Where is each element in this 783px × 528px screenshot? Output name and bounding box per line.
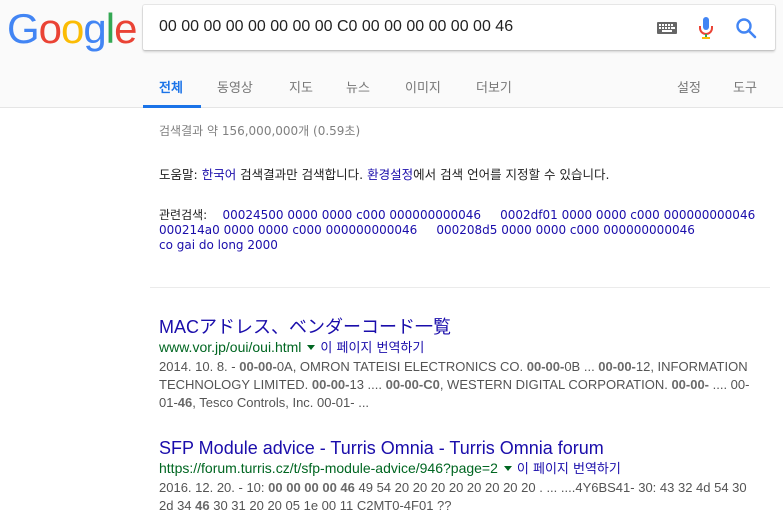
tab-images[interactable]: 이미지 bbox=[405, 77, 441, 96]
search-input[interactable]: 00 00 00 00 00 00 00 00 C0 00 00 00 00 0… bbox=[159, 18, 513, 36]
result-title-link[interactable]: MACアドレス、ベンダーコード一覧 bbox=[159, 316, 759, 338]
result-snippet: 2014. 10. 8. - 00-00-0A, OMRON TATEISI E… bbox=[159, 358, 759, 412]
help-suffix: 에서 검색 언어를 지정할 수 있습니다. bbox=[413, 167, 610, 182]
snippet-text: 0B ... bbox=[564, 359, 599, 374]
help-mid: 검색결과만 검색합니다. bbox=[236, 167, 368, 182]
snippet-text: 30 31 20 20 05 1e 00 11 C2MT0-4F01 ?? bbox=[209, 498, 452, 513]
search-result: MACアドレス、ベンダーコード一覧 www.vor.jp/oui/oui.htm… bbox=[159, 316, 759, 412]
dropdown-arrow-icon[interactable] bbox=[307, 344, 316, 350]
logo-letter: g bbox=[83, 5, 106, 52]
google-logo[interactable]: Google bbox=[7, 5, 137, 52]
result-url: https://forum.turris.cz/t/sfp-module-adv… bbox=[159, 460, 498, 476]
keyboard-icon[interactable] bbox=[657, 22, 677, 34]
snippet-text: , WESTERN DIGITAL CORPORATION. bbox=[439, 377, 672, 392]
logo-letter: G bbox=[7, 5, 40, 52]
translate-link[interactable]: 이 페이지 번역하기 bbox=[320, 341, 424, 356]
snippet-highlight: 00 00 00 00 46 bbox=[268, 480, 355, 495]
snippet-text: 2014. 10. 8. - bbox=[159, 359, 240, 374]
microphone-icon[interactable] bbox=[697, 16, 715, 40]
result-url-line: www.vor.jp/oui/oui.html 이 페이지 번역하기 bbox=[159, 338, 759, 358]
snippet-highlight: 00-00- bbox=[239, 359, 277, 374]
snippet-highlight: 46 bbox=[195, 498, 210, 513]
snippet-text: 13 .... bbox=[349, 377, 386, 392]
snippet-text: 2016. 12. 20. - 10: bbox=[159, 480, 269, 495]
snippet-highlight: 00-00- bbox=[526, 359, 565, 374]
active-tab-indicator bbox=[143, 105, 201, 108]
tab-tools[interactable]: 도구 bbox=[733, 77, 757, 96]
divider bbox=[150, 287, 770, 288]
snippet-highlight: 00-00- bbox=[671, 377, 710, 392]
result-title-link[interactable]: SFP Module advice - Turris Omnia - Turri… bbox=[159, 437, 759, 459]
related-searches: 관련검색: 00024500 0000 0000 c000 0000000000… bbox=[159, 208, 755, 253]
translate-link[interactable]: 이 페이지 번역하기 bbox=[517, 462, 621, 477]
result-snippet: 2016. 12. 20. - 10: 00 00 00 00 46 49 54… bbox=[159, 479, 759, 515]
logo-letter: o bbox=[61, 5, 84, 52]
related-search-link[interactable]: 000208d5 0000 0000 c000 000000000046 bbox=[436, 223, 695, 237]
language-help: 도움말: 한국어 검색결과만 검색합니다. 환경설정에서 검색 언어를 지정할 … bbox=[159, 164, 609, 183]
tab-settings[interactable]: 설정 bbox=[677, 77, 701, 96]
tab-videos[interactable]: 동영상 bbox=[217, 77, 253, 96]
related-search-link[interactable]: 0002df01 0000 0000 c000 000000000046 bbox=[500, 208, 755, 222]
language-link[interactable]: 한국어 bbox=[202, 167, 237, 182]
related-search-link[interactable]: co gai do long 2000 bbox=[159, 238, 278, 252]
result-url-line: https://forum.turris.cz/t/sfp-module-adv… bbox=[159, 459, 759, 479]
search-result: SFP Module advice - Turris Omnia - Turri… bbox=[159, 437, 759, 515]
snippet-highlight: 00-00- bbox=[311, 377, 350, 392]
result-url: www.vor.jp/oui/oui.html bbox=[159, 339, 302, 355]
tab-maps[interactable]: 지도 bbox=[289, 77, 313, 96]
logo-letter: o bbox=[38, 5, 62, 52]
header: Google 00 00 00 00 00 00 00 00 C0 00 00 … bbox=[0, 0, 783, 108]
related-search-link[interactable]: 00024500 0000 0000 c000 000000000046 bbox=[222, 208, 481, 222]
settings-link[interactable]: 환경설정 bbox=[367, 167, 413, 182]
snippet-highlight: 00-00-C0 bbox=[385, 377, 440, 392]
snippet-highlight: 46 bbox=[177, 395, 193, 410]
result-stats: 검색결과 약 156,000,000개 (0.59초) bbox=[159, 124, 361, 138]
logo-letter: l bbox=[105, 5, 115, 52]
help-prefix: 도움말: bbox=[159, 167, 202, 182]
tab-more[interactable]: 더보기 bbox=[476, 77, 512, 96]
related-search-link[interactable]: 000214a0 0000 0000 c000 000000000046 bbox=[159, 223, 417, 237]
search-tabs: 전체 동영상 지도 뉴스 이미지 더보기 설정 도구 bbox=[0, 60, 783, 108]
dropdown-arrow-icon[interactable] bbox=[503, 465, 512, 471]
tab-all[interactable]: 전체 bbox=[159, 77, 183, 96]
related-label: 관련검색: bbox=[159, 208, 208, 222]
snippet-highlight: 00-00- bbox=[598, 359, 636, 374]
logo-letter: e bbox=[114, 5, 137, 52]
search-box[interactable]: 00 00 00 00 00 00 00 00 C0 00 00 00 00 0… bbox=[143, 5, 775, 50]
snippet-text: , Tesco Controls, Inc. 00-01- ... bbox=[192, 395, 370, 410]
tab-news[interactable]: 뉴스 bbox=[346, 77, 370, 96]
search-icon[interactable] bbox=[735, 17, 757, 39]
snippet-text: 0A, OMRON TATEISI ELECTRONICS CO. bbox=[276, 359, 527, 374]
